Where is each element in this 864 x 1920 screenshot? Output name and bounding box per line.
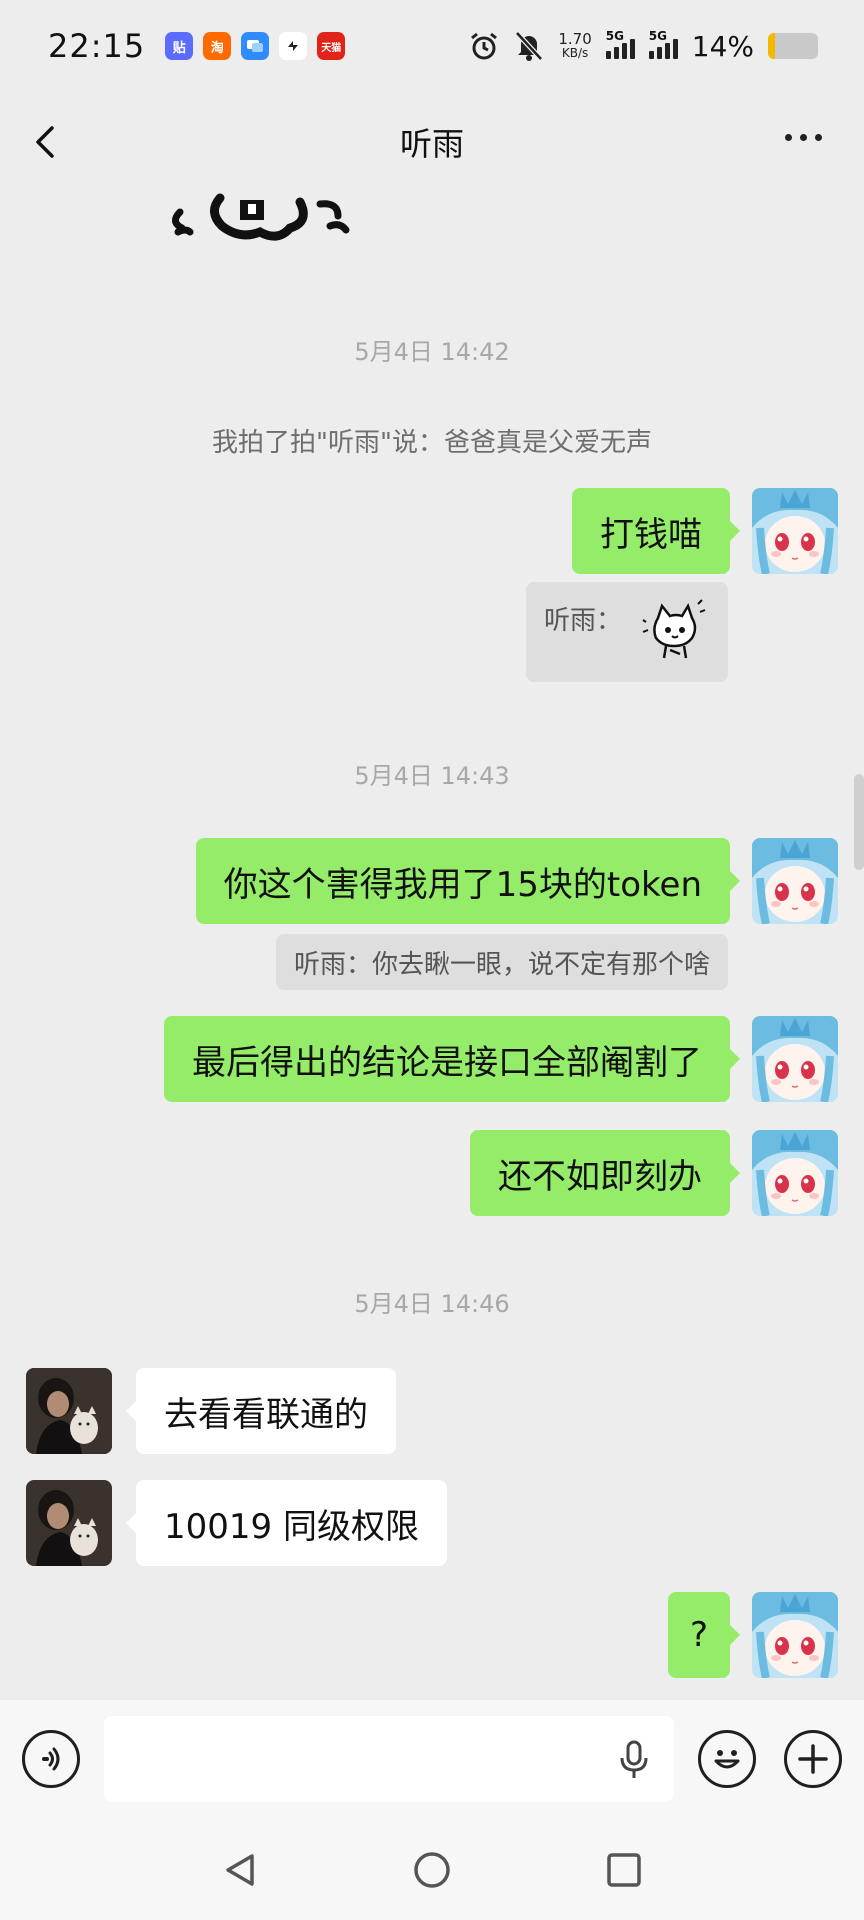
battery-icon <box>768 33 818 59</box>
self-avatar[interactable] <box>752 1016 838 1102</box>
messages-app-icon <box>241 32 270 60</box>
emoji-icon[interactable] <box>698 1730 756 1788</box>
quoted-message[interactable]: 听雨：你去瞅一眼，说不定有那个啥 <box>275 934 728 990</box>
chat-header: 听雨 <box>0 92 864 192</box>
status-app-icons: 贴 淘 天猫 <box>165 32 346 60</box>
alarm-icon <box>471 32 498 60</box>
self-avatar[interactable] <box>752 1592 838 1678</box>
status-bar: 22:15 贴 淘 天猫 1.70 KB/s 5G 5G 14% <box>0 0 864 92</box>
status-indicators: 1.70 KB/s 5G 5G 14% <box>468 29 818 63</box>
message-bubble-self[interactable]: 你这个害得我用了15块的token <box>195 838 741 924</box>
timestamp: 5月4日 14:43 <box>354 762 510 790</box>
status-time: 22:15 <box>48 27 146 65</box>
self-avatar[interactable] <box>752 488 838 574</box>
signal-icon: 5G <box>605 29 635 59</box>
self-avatar[interactable] <box>752 838 838 924</box>
contact-avatar[interactable] <box>26 1480 112 1566</box>
mute-bell-icon <box>515 31 544 61</box>
contact-avatar[interactable] <box>26 1368 112 1454</box>
nav-recents-icon[interactable] <box>604 1850 644 1890</box>
link-app-icon <box>279 32 308 60</box>
quote-author: 听雨： <box>544 606 623 636</box>
chat-message-list[interactable]: 5月4日 14:42 我拍了拍"听雨"说：爸爸真是父爱无声 打钱喵 听雨： 5月… <box>0 192 864 1700</box>
quoted-message[interactable]: 听雨： <box>526 582 728 682</box>
signal-icon: 5G <box>648 29 678 59</box>
nav-back-icon[interactable] <box>220 1850 260 1890</box>
more-options-icon[interactable] <box>785 134 822 141</box>
message-bubble-contact[interactable]: 10019 同级权限 <box>126 1480 447 1566</box>
message-bubble-self[interactable]: ? <box>667 1592 741 1678</box>
chat-title: 听雨 <box>399 125 464 163</box>
message-bubble-self[interactable]: 最后得出的结论是接口全部阉割了 <box>164 1016 740 1102</box>
message-text-field[interactable] <box>104 1716 674 1802</box>
timestamp: 5月4日 14:46 <box>354 1290 510 1318</box>
back-arrow-icon[interactable] <box>26 122 66 162</box>
message-bubble-contact[interactable]: 去看看联通的 <box>126 1368 396 1454</box>
self-avatar[interactable] <box>752 1130 838 1216</box>
nav-home-icon[interactable] <box>412 1850 452 1890</box>
message-input-bar <box>0 1700 864 1820</box>
add-attachment-icon[interactable] <box>784 1730 842 1788</box>
microphone-icon[interactable] <box>616 1740 652 1780</box>
sticker-image[interactable] <box>160 192 380 252</box>
system-navigation-bar <box>0 1820 864 1920</box>
timestamp: 5月4日 14:42 <box>354 338 510 366</box>
tieba-app-icon: 贴 <box>165 32 194 60</box>
cat-sticker-icon <box>642 599 706 659</box>
voice-mode-icon[interactable] <box>22 1730 80 1788</box>
tmall-app-icon: 天猫 <box>317 32 346 60</box>
message-bubble-self[interactable]: 打钱喵 <box>572 488 740 574</box>
battery-percent: 14% <box>691 29 754 63</box>
message-bubble-self[interactable]: 还不如即刻办 <box>470 1130 740 1216</box>
pat-system-message: 我拍了拍"听雨"说：爸爸真是父爱无声 <box>212 428 652 458</box>
taobao-app-icon: 淘 <box>203 32 232 60</box>
network-speed: 1.70 KB/s <box>558 30 592 61</box>
